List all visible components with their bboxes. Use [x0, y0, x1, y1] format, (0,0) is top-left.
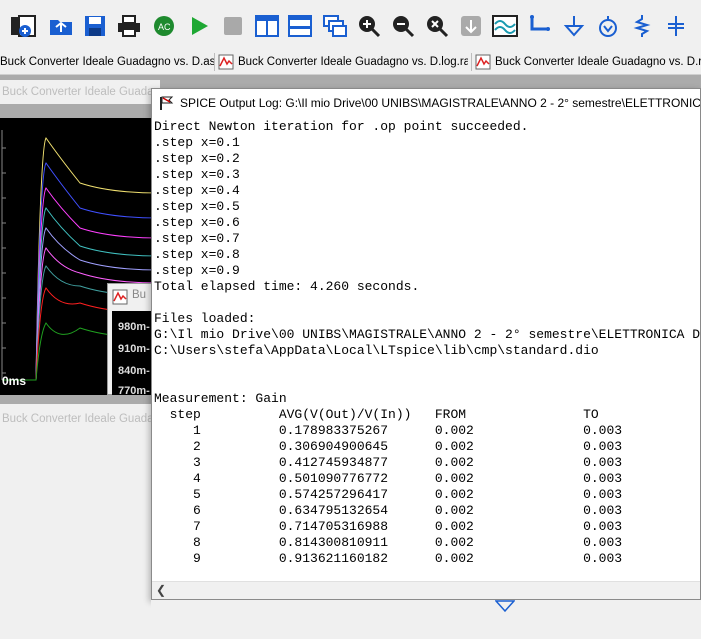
log-line: .step x=0.9 [154, 263, 240, 278]
waveform-file-icon [475, 54, 491, 70]
plot-x-label: 0ms [2, 374, 27, 388]
tile-vertical-icon[interactable] [254, 13, 280, 39]
waveform-icon[interactable] [492, 13, 518, 39]
log-line: Total elapsed time: 4.260 seconds. [154, 279, 420, 294]
log-line: Files loaded: [154, 311, 256, 326]
log-line: 7 0.714705316988 0.002 0.003 [154, 519, 623, 534]
log-line: 2 0.306904900645 0.002 0.003 [154, 439, 623, 454]
net-flag-icon [495, 600, 515, 612]
y-tick-label: 980m- [118, 321, 150, 333]
background-window-area [0, 404, 160, 639]
document-tabs: Buck Converter Ideale Guadagno vs. D.asc… [0, 50, 701, 75]
background-window-title[interactable]: Buck Converter Ideale Guadagno [0, 80, 160, 104]
halt-icon[interactable] [220, 13, 246, 39]
log-line: Direct Newton iteration for .op point su… [154, 119, 529, 134]
log-line: 3 0.412745934877 0.002 0.003 [154, 455, 623, 470]
horizontal-scrollbar[interactable]: ❮ [152, 581, 700, 599]
waveform-file-icon [112, 289, 128, 305]
component-palette-icon[interactable]: AC [151, 13, 177, 39]
background-window-area [151, 600, 701, 639]
log-line: 5 0.574257296417 0.002 0.003 [154, 487, 623, 502]
log-line: .step x=0.7 [154, 231, 240, 246]
tab-raw[interactable]: Buck Converter Ideale Guadagno vs. D.raw [475, 50, 701, 74]
log-line: C:\Users\stefa\AppData\Local\LTspice\lib… [154, 343, 599, 358]
log-line: .step x=0.1 [154, 135, 240, 150]
spice-output-log-window: SPICE Output Log: G:\Il mio Drive\00 UNI… [151, 88, 701, 600]
cascade-icon[interactable] [322, 13, 348, 39]
zoom-fit-icon[interactable] [424, 13, 450, 39]
spice-log-text[interactable]: Direct Newton iteration for .op point su… [154, 119, 700, 579]
spice-log-titlebar[interactable]: SPICE Output Log: G:\Il mio Drive\00 UNI… [152, 89, 700, 119]
log-line: .step x=0.5 [154, 199, 240, 214]
log-line: .step x=0.6 [154, 215, 240, 230]
log-line: 6 0.634795132654 0.002 0.003 [154, 503, 623, 518]
scroll-left-icon[interactable]: ❮ [156, 583, 166, 597]
flag-icon [160, 96, 174, 110]
log-line: G:\Il mio Drive\00 UNIBS\MAGISTRALE\ANNO… [154, 327, 700, 342]
log-line: 4 0.501090776772 0.002 0.003 [154, 471, 623, 486]
log-line: .step x=0.8 [154, 247, 240, 262]
log-line: .step x=0.3 [154, 167, 240, 182]
ground-icon[interactable] [561, 13, 587, 39]
label-net-icon[interactable] [595, 13, 621, 39]
zoom-out-icon[interactable] [390, 13, 416, 39]
wire-icon[interactable] [527, 13, 553, 39]
save-icon[interactable] [82, 13, 108, 39]
tab-log-raw[interactable]: Buck Converter Ideale Guadagno vs. D.log… [218, 50, 468, 74]
log-line: step AVG(V(Out)/V(In)) FROM TO [154, 407, 599, 422]
zoom-full-icon[interactable] [458, 13, 484, 39]
spice-directive-icon[interactable] [663, 13, 689, 39]
y-tick-label: 770m- [118, 385, 150, 397]
tab-asc[interactable]: Buck Converter Ideale Guadagno vs. D.asc [0, 50, 214, 74]
minimized-window-title: Bu [132, 289, 147, 301]
log-line: 9 0.913621160182 0.002 0.003 [154, 551, 623, 566]
y-tick-label: 910m- [118, 343, 150, 355]
log-line: .step x=0.2 [154, 151, 240, 166]
run-icon[interactable] [186, 13, 212, 39]
tile-horizontal-icon[interactable] [287, 13, 313, 39]
svg-text:AC: AC [158, 22, 171, 32]
zoom-in-icon[interactable] [356, 13, 382, 39]
log-line: Measurement: Gain [154, 391, 287, 406]
print-icon[interactable] [116, 13, 142, 39]
log-line: 8 0.814300810911 0.002 0.003 [154, 535, 623, 550]
new-symbol-icon[interactable] [15, 13, 41, 39]
y-tick-label: 840m- [118, 365, 150, 377]
waveform-file-icon [218, 54, 234, 70]
toolbar: AC [0, 0, 701, 50]
log-line: .step x=0.4 [154, 183, 240, 198]
open-folder-icon[interactable] [48, 13, 74, 39]
spice-log-title: SPICE Output Log: G:\Il mio Drive\00 UNI… [180, 96, 700, 110]
component-icon[interactable] [629, 13, 655, 39]
background-window-title[interactable]: Buck Converter Ideale Guadagno [0, 407, 160, 431]
log-line: 1 0.178983375267 0.002 0.003 [154, 423, 623, 438]
